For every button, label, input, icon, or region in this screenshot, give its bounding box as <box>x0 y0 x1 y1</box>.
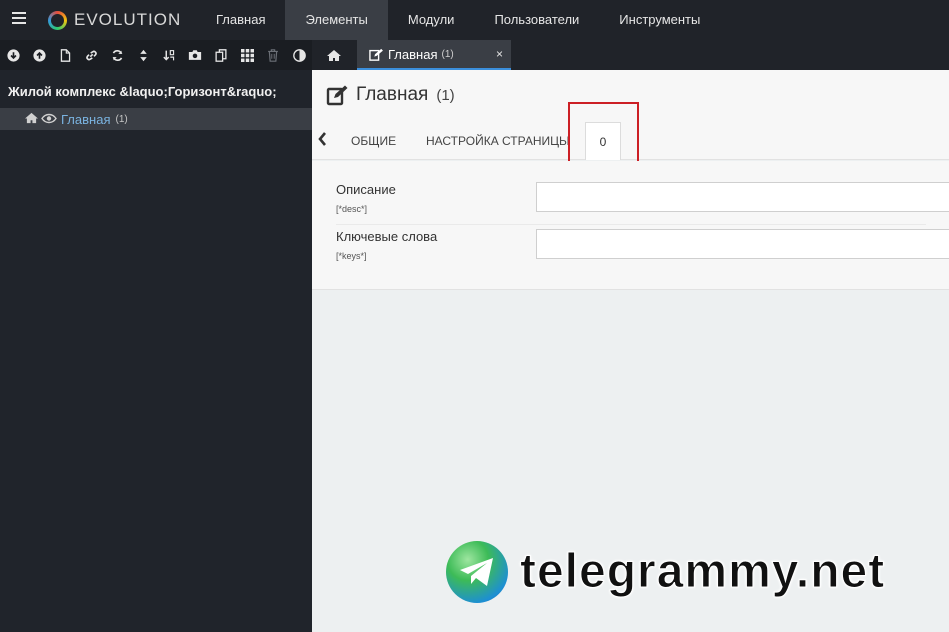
grid-icon[interactable] <box>234 40 260 70</box>
watermark-text: telegrammy.net <box>519 545 886 598</box>
copy-icon[interactable] <box>208 40 234 70</box>
eye-icon <box>41 112 57 127</box>
tab-general[interactable]: Общие <box>351 122 396 160</box>
menu-item-modules[interactable]: Модули <box>388 0 475 40</box>
doc-tab-count: (1) <box>441 48 454 60</box>
menu-item-tools[interactable]: Инструменты <box>599 0 720 40</box>
document-tab-strip: Главная (1) × <box>312 40 949 70</box>
edit-icon <box>369 48 383 61</box>
sort-icon[interactable] <box>130 40 156 70</box>
contrast-icon[interactable] <box>286 40 312 70</box>
circle-arrow-up-icon[interactable] <box>26 40 52 70</box>
tab-page-settings[interactable]: Настройка страницы <box>426 122 570 160</box>
page-title-text: Главная <box>356 84 429 105</box>
keywords-input[interactable] <box>536 229 949 259</box>
brand-text: EVOLUTION <box>74 10 182 29</box>
tree-item-count: (1) <box>115 113 128 125</box>
field-tv-keywords: [*keys*] <box>336 251 367 261</box>
sort-numeric-icon[interactable] <box>156 40 182 70</box>
divider <box>336 224 926 225</box>
link-icon[interactable] <box>78 40 104 70</box>
home-icon <box>327 49 341 61</box>
menu-item-elements[interactable]: Элементы <box>285 0 388 40</box>
page-title: Главная (1) <box>326 84 455 106</box>
home-icon <box>24 112 39 127</box>
top-bar: EVOLUTION Главная Элементы Модули Пользо… <box>0 0 949 40</box>
menu-item-home[interactable]: Главная <box>196 0 285 40</box>
field-row-keywords: Ключевые слова [*keys*] <box>312 229 949 273</box>
field-row-description: Описание [*desc*] <box>312 182 949 226</box>
close-icon[interactable]: × <box>496 47 503 61</box>
tree-root-site-name[interactable]: Жилой комплекс &laquo;Горизонт&raquo; <box>8 84 277 99</box>
red-highlight-box <box>568 102 639 167</box>
evolution-logo[interactable]: EVOLUTION <box>48 9 181 31</box>
chevron-left-icon[interactable] <box>318 132 327 150</box>
trash-icon[interactable] <box>260 40 286 70</box>
doc-tab-title: Главная <box>388 46 438 62</box>
field-label-keywords: Ключевые слова <box>336 229 438 244</box>
field-label-description: Описание <box>336 182 396 197</box>
doc-tab-home[interactable]: Главная (1) × <box>357 40 511 70</box>
page-title-count: (1) <box>436 86 455 104</box>
home-tab[interactable] <box>312 40 356 70</box>
tree-item-home-page[interactable]: Главная (1) <box>0 108 312 130</box>
file-icon[interactable] <box>52 40 78 70</box>
description-input[interactable] <box>536 182 949 212</box>
logo-ring-icon <box>48 10 67 30</box>
sidebar: Жилой комплекс &laquo;Горизонт&raquo; Гл… <box>0 40 312 632</box>
refresh-icon[interactable] <box>104 40 130 70</box>
fields-panel: Описание [*desc*] Ключевые слова [*keys*… <box>312 161 949 290</box>
menu-item-users[interactable]: Пользователи <box>474 0 599 40</box>
watermark: telegrammy.net <box>446 541 885 603</box>
tree-toolbar <box>0 40 312 70</box>
telegram-logo-icon <box>446 541 508 603</box>
camera-icon[interactable] <box>182 40 208 70</box>
tree-item-label: Главная <box>61 111 111 127</box>
edit-icon <box>326 85 348 106</box>
hamburger-menu-icon[interactable] <box>12 12 26 26</box>
field-tv-description: [*desc*] <box>336 204 368 214</box>
circle-arrow-down-icon[interactable] <box>0 40 26 70</box>
main-menu: Главная Элементы Модули Пользователи Инс… <box>196 0 720 40</box>
